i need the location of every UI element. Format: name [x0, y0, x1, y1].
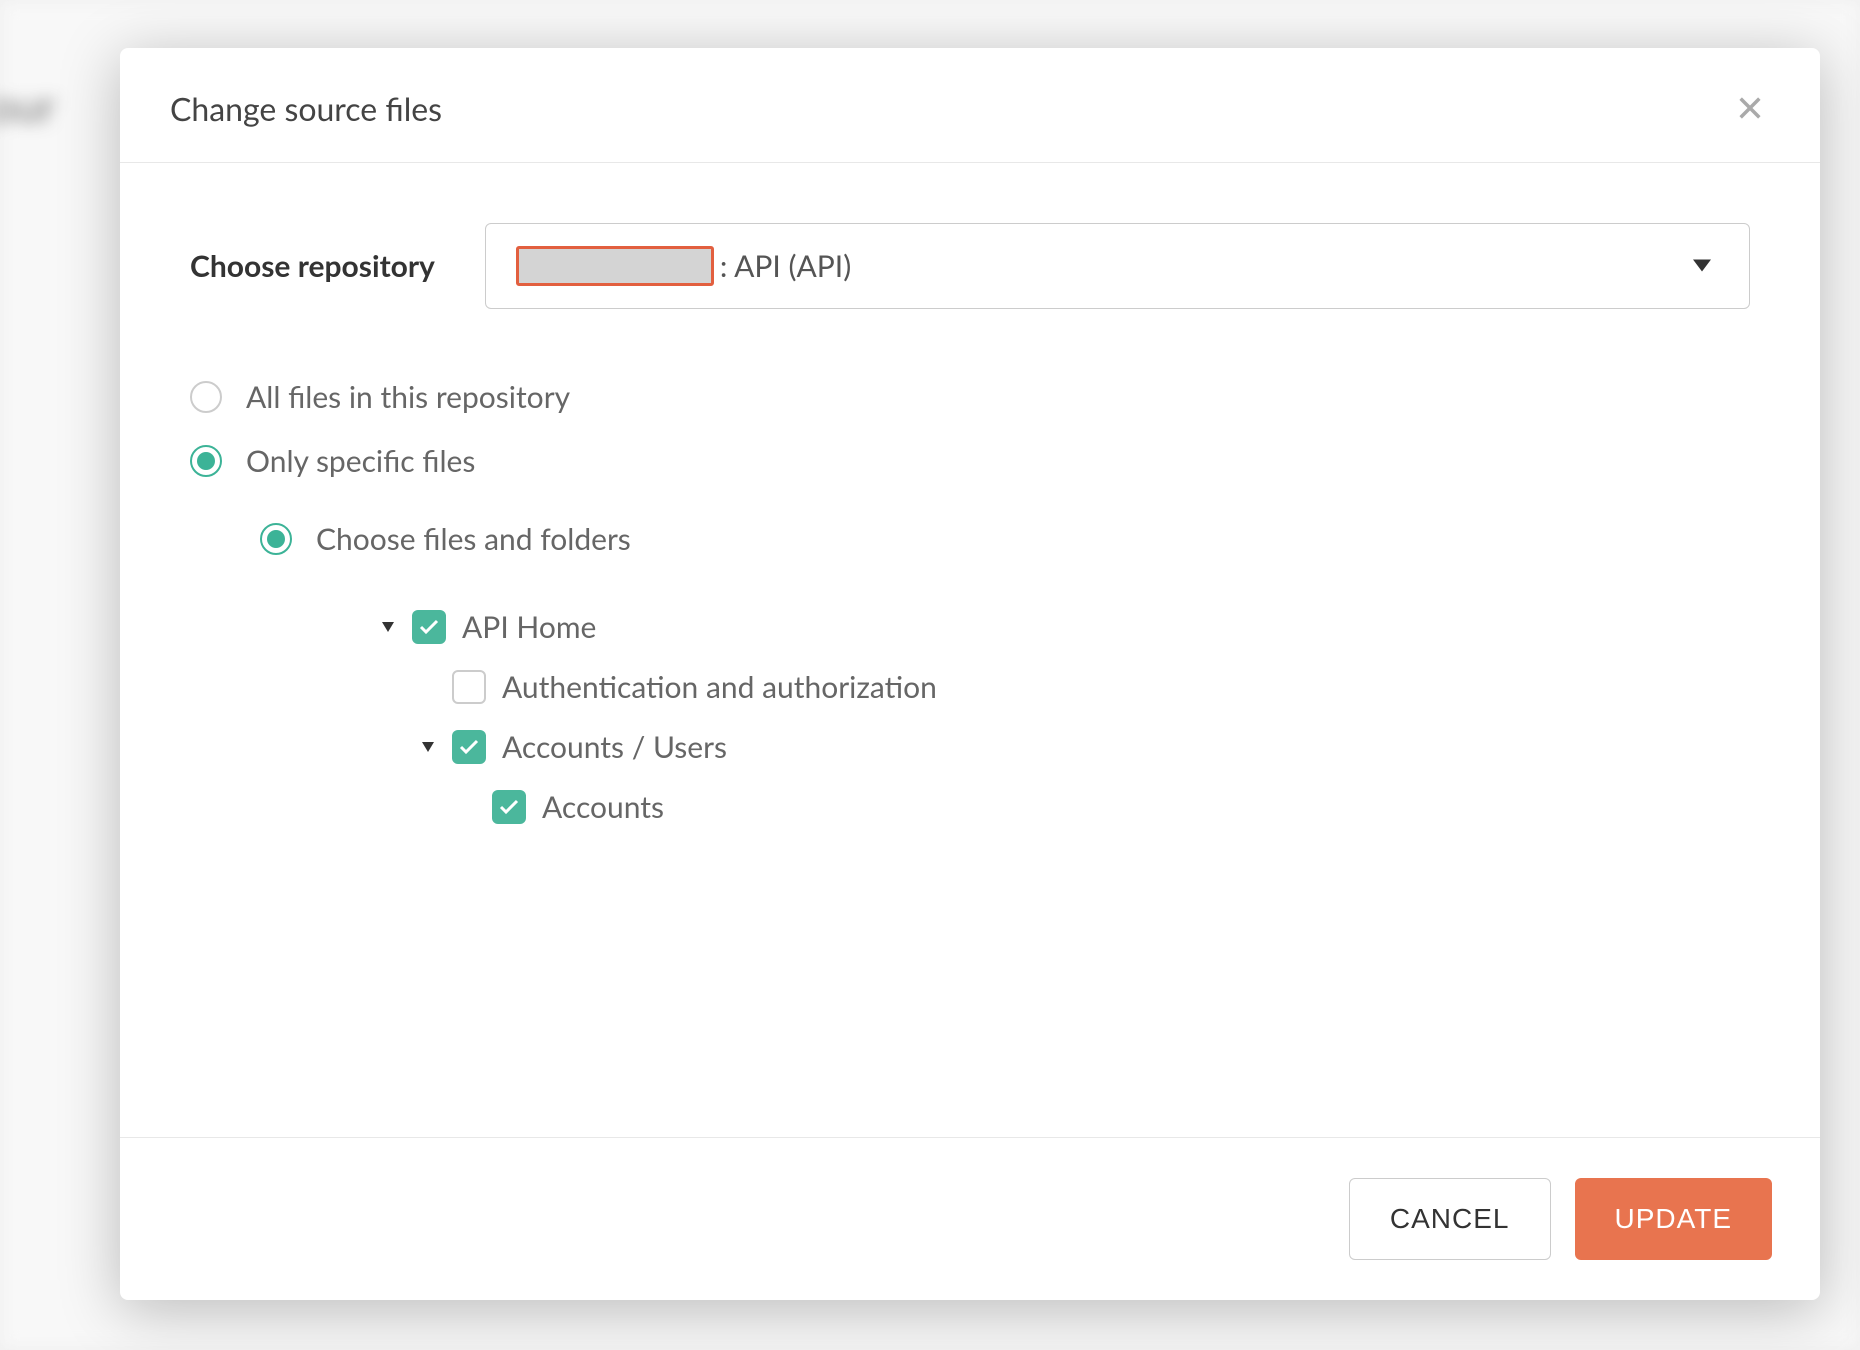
- chevron-down-icon: [1693, 257, 1711, 276]
- radio-dot: [197, 452, 215, 470]
- close-button[interactable]: [1728, 86, 1772, 130]
- check-icon: [499, 799, 519, 815]
- tree-item-accounts-users[interactable]: Accounts / Users: [420, 717, 1730, 777]
- radio-dot: [267, 530, 285, 548]
- close-icon: [1736, 94, 1764, 122]
- checkbox-auth[interactable]: [452, 670, 486, 704]
- tree-label: API Home: [462, 609, 596, 645]
- modal-header: Change source files: [120, 48, 1820, 163]
- repository-row: Choose repository : API (API): [190, 223, 1750, 309]
- tree-item-api-home[interactable]: API Home: [380, 597, 1730, 657]
- repository-select[interactable]: : API (API): [485, 223, 1750, 309]
- repository-select-text: : API (API): [720, 248, 851, 284]
- update-button[interactable]: UPDATE: [1575, 1178, 1773, 1260]
- radio-circle: [260, 523, 292, 555]
- tree-expand-toggle[interactable]: [420, 739, 436, 755]
- tree-label: Accounts: [542, 789, 664, 825]
- modal-footer: CANCEL UPDATE: [120, 1137, 1820, 1300]
- sub-radio-group: Choose files and folders API Home: [260, 521, 1750, 917]
- checkbox-accounts[interactable]: [492, 790, 526, 824]
- radio-label: Choose files and folders: [316, 521, 631, 557]
- cancel-button[interactable]: CANCEL: [1349, 1178, 1551, 1260]
- radio-circle: [190, 445, 222, 477]
- tree-item-auth[interactable]: Authentication and authorization: [420, 657, 1730, 717]
- change-source-files-modal: Change source files Choose repository : …: [120, 48, 1820, 1300]
- tree-item-accounts[interactable]: Accounts: [460, 777, 1730, 837]
- check-icon: [459, 739, 479, 755]
- radio-label: Only specific files: [246, 443, 475, 479]
- modal-title: Change source files: [170, 89, 442, 128]
- repository-label: Choose repository: [190, 248, 435, 284]
- tree-expand-toggle[interactable]: [380, 619, 396, 635]
- checkbox-accounts-users[interactable]: [452, 730, 486, 764]
- checkbox-api-home[interactable]: [412, 610, 446, 644]
- check-icon: [419, 619, 439, 635]
- radio-choose-files[interactable]: Choose files and folders: [260, 521, 1750, 557]
- radio-all-files[interactable]: All files in this repository: [190, 379, 1750, 415]
- tree-label: Accounts / Users: [502, 729, 727, 765]
- repository-redacted-name: [516, 246, 714, 286]
- file-scope-radio-group: All files in this repository Only specif…: [190, 379, 1750, 479]
- tree-label: Authentication and authorization: [502, 669, 937, 705]
- modal-body: Choose repository : API (API) All files …: [120, 163, 1820, 1137]
- file-tree[interactable]: API Home Authentication and authorizatio…: [330, 597, 1750, 917]
- radio-label: All files in this repository: [246, 379, 570, 415]
- file-tree-container: API Home Authentication and authorizatio…: [330, 597, 1750, 917]
- radio-specific-files[interactable]: Only specific files: [190, 443, 1750, 479]
- radio-circle: [190, 381, 222, 413]
